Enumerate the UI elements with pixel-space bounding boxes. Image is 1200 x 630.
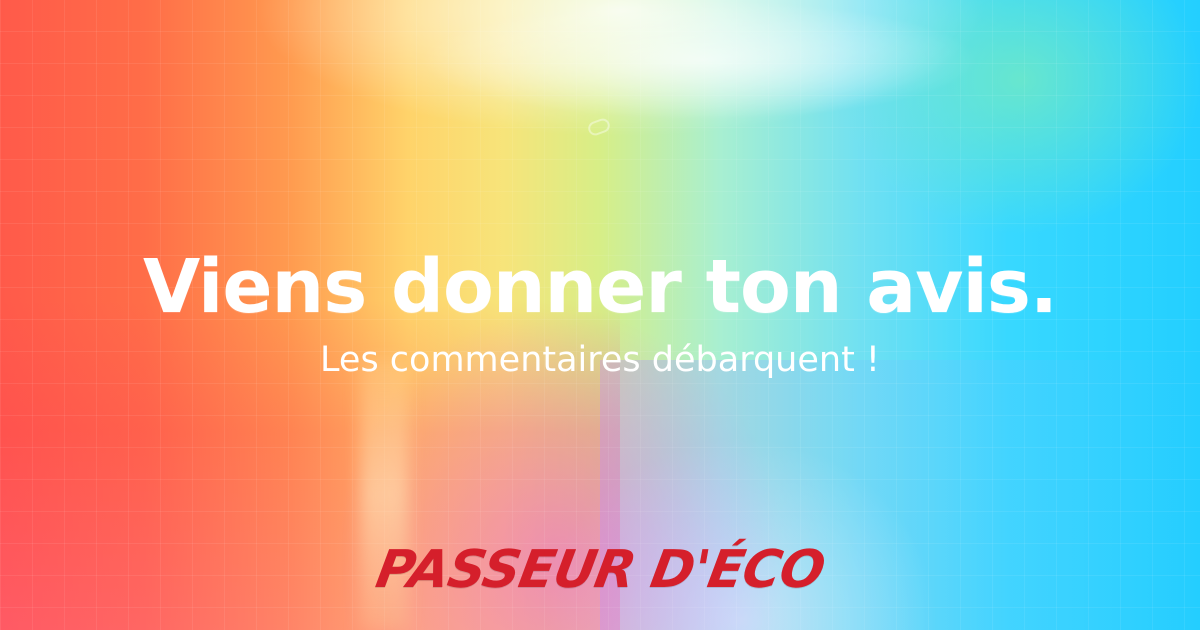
headline-container: Viens donner ton avis.	[0, 250, 1200, 324]
brand-logo: PASSEUR D'ÉCO	[371, 540, 829, 600]
headline: Viens donner ton avis.	[143, 244, 1058, 330]
top-glow	[420, 0, 980, 120]
brand-container: PASSEUR D'ÉCO	[0, 540, 1200, 600]
promo-banner: Viens donner ton avis. Les commentaires …	[0, 0, 1200, 630]
subheadline: Les commentaires débarquent !	[320, 340, 880, 380]
light-artifact	[586, 116, 612, 138]
subheadline-container: Les commentaires débarquent !	[0, 343, 1200, 378]
